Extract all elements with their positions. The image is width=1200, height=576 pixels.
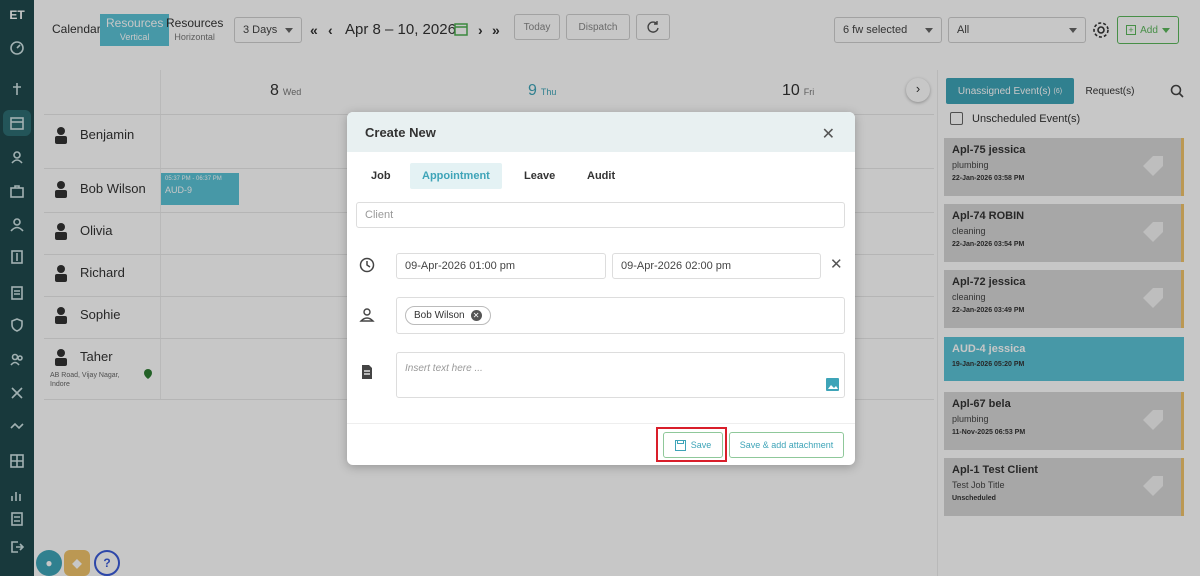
user-icon (359, 308, 375, 322)
clock-icon (359, 257, 375, 273)
notes-placeholder: Insert text here ... (405, 363, 483, 374)
tab-appointment[interactable]: Appointment (410, 163, 502, 189)
start-datetime-value: 09-Apr-2026 01:00 pm (405, 260, 516, 272)
save-add-attachment-button[interactable]: Save & add attachment (729, 432, 844, 458)
notes-icon (362, 365, 372, 379)
close-icon[interactable]: ✕ (822, 124, 835, 144)
image-icon[interactable] (826, 378, 839, 391)
tab-leave[interactable]: Leave (512, 163, 567, 189)
dialog-divider (347, 423, 855, 424)
assignee-input[interactable]: Bob Wilson ✕ (396, 297, 845, 334)
clear-datetime-icon[interactable]: ✕ (830, 255, 843, 273)
start-datetime-input[interactable]: 09-Apr-2026 01:00 pm (396, 253, 606, 279)
tab-audit[interactable]: Audit (575, 163, 627, 189)
client-placeholder: Client (365, 209, 394, 221)
assignee-chip[interactable]: Bob Wilson ✕ (405, 306, 491, 325)
remove-chip-icon[interactable]: ✕ (470, 310, 482, 321)
assignee-name: Bob Wilson (414, 310, 465, 321)
floppy-icon (674, 439, 686, 451)
end-datetime-value: 09-Apr-2026 02:00 pm (621, 260, 732, 272)
notes-textarea[interactable]: Insert text here ... (396, 352, 845, 398)
create-new-dialog: Create New ✕ Job Appointment Leave Audit… (347, 112, 855, 465)
end-datetime-input[interactable]: 09-Apr-2026 02:00 pm (612, 253, 821, 279)
dialog-title: Create New (365, 125, 436, 140)
tab-job[interactable]: Job (359, 163, 403, 189)
client-input[interactable]: Client (356, 202, 845, 228)
save-label: Save (690, 440, 712, 450)
save-button[interactable]: Save (663, 432, 723, 458)
dialog-header: Create New ✕ (347, 112, 855, 152)
